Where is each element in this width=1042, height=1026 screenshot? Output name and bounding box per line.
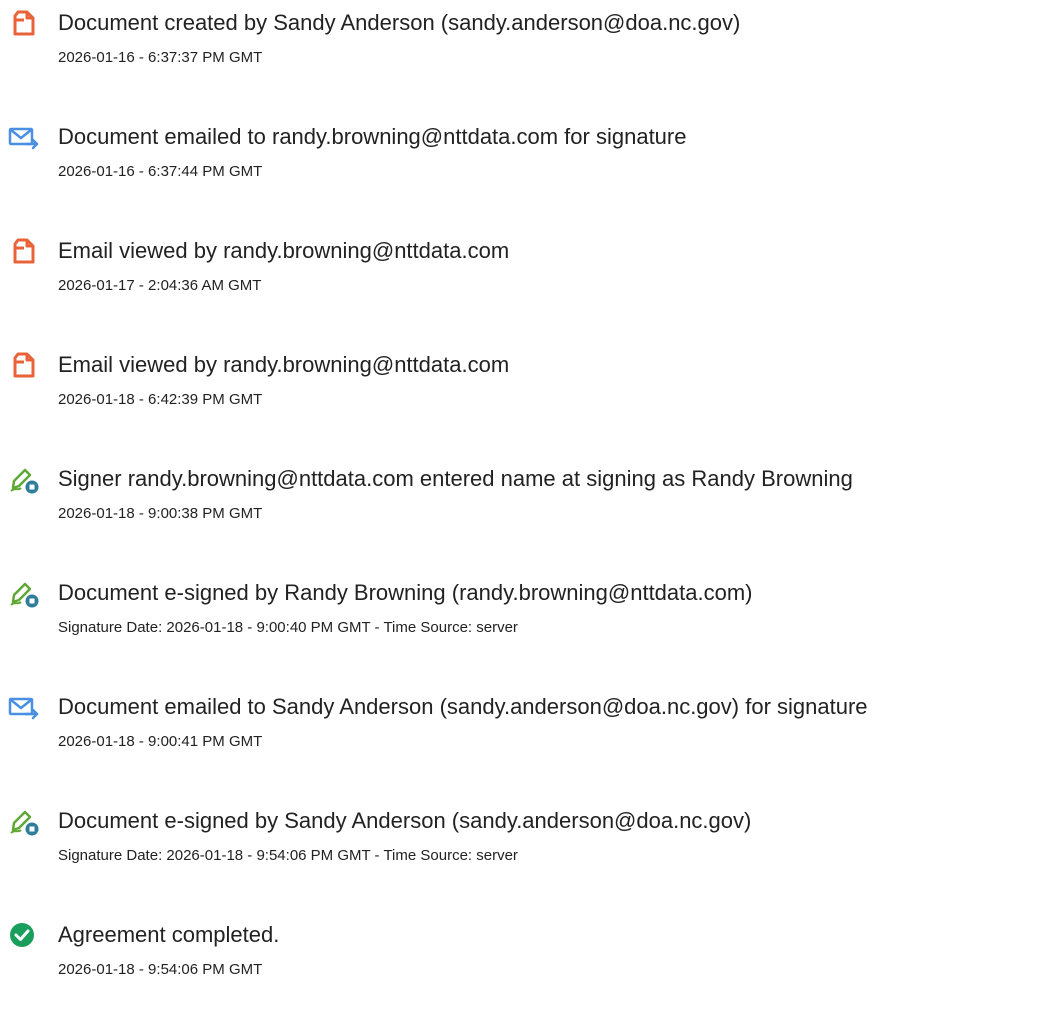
event-title: Document emailed to Sandy Anderson (sand…	[58, 694, 868, 719]
e-sign-pen-icon	[10, 468, 39, 494]
event-timestamp: 2026-01-17 - 2:04:36 AM GMT	[58, 277, 262, 294]
document-created-icon	[13, 10, 35, 36]
document-viewed-icon	[13, 238, 35, 264]
event-item: Signer randy.browning@nttdata.com entere…	[8, 456, 1038, 570]
event-signature-date: Signature Date: 2026-01-18 - 9:00:40 PM …	[58, 619, 518, 636]
event-timestamp: 2026-01-18 - 9:00:38 PM GMT	[58, 505, 263, 522]
event-item: Document created by Sandy Anderson (sand…	[8, 0, 1038, 114]
event-item: Document emailed to randy.browning@nttda…	[8, 114, 1038, 228]
event-item: Document emailed to Sandy Anderson (sand…	[8, 684, 1038, 798]
event-title: Document e-signed by Randy Browning (ran…	[58, 580, 753, 605]
event-title: Document created by Sandy Anderson (sand…	[58, 10, 741, 35]
email-sent-icon	[8, 697, 39, 720]
audit-event-list: Document created by Sandy Anderson (sand…	[8, 0, 1038, 1026]
event-item: Document e-signed by Sandy Anderson (san…	[8, 798, 1038, 912]
check-circle-icon	[10, 923, 34, 947]
event-title: Agreement completed.	[58, 922, 280, 947]
event-item: Agreement completed. 2026-01-18 - 9:54:0…	[8, 912, 1038, 1026]
e-sign-pen-icon	[10, 810, 39, 836]
event-timestamp: 2026-01-18 - 9:00:41 PM GMT	[58, 733, 263, 750]
event-timestamp: 2026-01-18 - 6:42:39 PM GMT	[58, 391, 263, 408]
event-timestamp: 2026-01-16 - 6:37:37 PM GMT	[58, 49, 263, 66]
event-title: Email viewed by randy.browning@nttdata.c…	[58, 238, 510, 263]
event-item: Email viewed by randy.browning@nttdata.c…	[8, 342, 1038, 456]
event-title: Document emailed to randy.browning@nttda…	[58, 124, 687, 149]
event-title: Document e-signed by Sandy Anderson (san…	[58, 808, 752, 833]
event-item: Email viewed by randy.browning@nttdata.c…	[8, 228, 1038, 342]
event-timestamp: 2026-01-16 - 6:37:44 PM GMT	[58, 163, 263, 180]
event-title: Email viewed by randy.browning@nttdata.c…	[58, 352, 510, 377]
event-signature-date: Signature Date: 2026-01-18 - 9:54:06 PM …	[58, 847, 518, 864]
event-timestamp: 2026-01-18 - 9:54:06 PM GMT	[58, 961, 263, 978]
document-viewed-icon	[13, 352, 35, 378]
event-title: Signer randy.browning@nttdata.com entere…	[58, 466, 853, 491]
e-sign-pen-icon	[10, 582, 39, 608]
event-item: Document e-signed by Randy Browning (ran…	[8, 570, 1038, 684]
email-sent-icon	[8, 127, 39, 150]
